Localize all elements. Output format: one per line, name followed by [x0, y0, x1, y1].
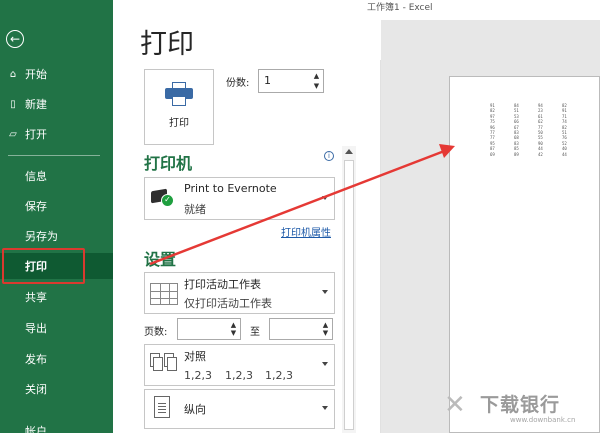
orientation-dropdown[interactable]: 纵向 [144, 389, 335, 429]
chevron-down-icon [322, 406, 328, 410]
nav-new[interactable]: ▯ 新建 [0, 91, 113, 117]
watermark-text: 下载银行 [480, 394, 561, 416]
printer-heading: 打印机 [144, 154, 193, 173]
copies-value: 1 [264, 74, 271, 87]
collate-dropdown[interactable]: 对照 1,2,3 1,2,3 1,2,3 [144, 344, 335, 386]
chevron-down-icon [322, 362, 328, 366]
pages-to-label: 至 [250, 327, 260, 338]
nav-home[interactable]: ⌂ 开始 [0, 61, 113, 87]
scroll-up-icon[interactable] [345, 149, 353, 154]
printer-name: Print to Evernote [184, 182, 277, 195]
window-title: 工作簿1 - Excel [367, 3, 433, 13]
copies-label: 份数: [226, 78, 250, 89]
preview-cell: 42 [538, 151, 543, 157]
orientation-value: 纵向 [184, 403, 206, 416]
nav-export[interactable]: 导出 [0, 315, 113, 341]
nav-account-label: 帐户 [25, 425, 47, 433]
print-button[interactable]: 打印 [144, 69, 214, 145]
copies-input[interactable]: 1 ▲ ▼ [258, 69, 324, 93]
nav-close[interactable]: 关闭 [0, 376, 113, 402]
info-icon[interactable]: i [324, 151, 334, 161]
nav-print[interactable]: 打印 [0, 253, 113, 279]
chevron-down-icon [322, 290, 328, 294]
printer-dropdown[interactable]: ✓ Print to Evernote 就绪 [144, 177, 335, 220]
portrait-page-icon [154, 396, 170, 418]
nav-export-label: 导出 [25, 322, 47, 335]
nav-close-label: 关闭 [25, 383, 47, 396]
nav-save-label: 保存 [25, 200, 47, 213]
collate-sub-2: 1,2,3 [225, 369, 253, 382]
downbank-logo-icon: ✕ [444, 390, 466, 420]
nav-divider [8, 155, 100, 156]
nav-print-label: 打印 [25, 260, 47, 273]
preview-row: 69 89 42 44 [490, 152, 586, 157]
nav-share[interactable]: 共享 [0, 284, 113, 310]
printer-properties-link[interactable]: 打印机属性 [281, 224, 331, 239]
page-title: 打印 [140, 29, 194, 60]
scope-sub: 仅打印活动工作表 [184, 297, 272, 310]
print-button-label: 打印 [169, 118, 189, 129]
preview-table: 91 84 94 82 82 51 23 91 97 53 61 71 75 66 62 74 96 67 77 82… [490, 103, 586, 157]
nav-info[interactable]: 信息 [0, 163, 113, 189]
new-file-icon: ▯ [10, 98, 16, 110]
evernote-printer-icon: ✓ [151, 188, 174, 207]
printer-status: 就绪 [184, 203, 206, 216]
settings-heading: 设置 [144, 250, 177, 269]
collate-sub-3: 1,2,3 [265, 369, 293, 382]
backstage-sidebar: ← ⌂ 开始 ▯ 新建 ▱ 打开 信息 保存 另存为 打印 共享 导出 发布 关… [0, 0, 113, 433]
preview-page: 91 84 94 82 82 51 23 91 97 53 61 71 75 66 62 74 96 67 77 82… [449, 76, 600, 433]
nav-info-label: 信息 [25, 170, 47, 183]
spin-down-icon[interactable]: ▼ [229, 328, 238, 338]
collate-sub-1: 1,2,3 [184, 369, 212, 382]
nav-open-label: 打开 [25, 128, 47, 141]
nav-publish-label: 发布 [25, 353, 47, 366]
home-icon: ⌂ [9, 68, 17, 80]
nav-save-as-label: 另存为 [25, 230, 58, 243]
back-arrow-icon[interactable]: ← [6, 30, 24, 48]
pages-label: 页数: [144, 327, 168, 338]
nav-open[interactable]: ▱ 打开 [0, 121, 113, 147]
watermark-url: www.downbank.cn [510, 416, 576, 424]
chevron-down-icon [322, 195, 328, 200]
nav-new-label: 新建 [25, 98, 47, 111]
print-scope-dropdown[interactable]: 打印活动工作表 仅打印活动工作表 [144, 272, 335, 314]
preview-cell: 69 [490, 151, 495, 157]
nav-publish[interactable]: 发布 [0, 346, 113, 372]
pages-to-input[interactable]: ▲ ▼ [269, 318, 333, 340]
spin-up-icon[interactable]: ▲ [312, 71, 321, 81]
collate-icon [150, 353, 178, 377]
nav-save[interactable]: 保存 [0, 193, 113, 219]
printer-icon [165, 82, 193, 106]
scope-main: 打印活动工作表 [184, 278, 261, 291]
spin-down-icon[interactable]: ▼ [312, 81, 321, 91]
pages-from-input[interactable]: ▲ ▼ [177, 318, 241, 340]
watermark: ✕ 下载银行 www.downbank.cn [444, 386, 600, 433]
worksheet-grid-icon [150, 283, 178, 305]
scrollbar-thumb[interactable] [344, 160, 354, 430]
preview-cell: 44 [562, 151, 567, 157]
nav-home-label: 开始 [25, 68, 47, 81]
folder-open-icon: ▱ [9, 128, 17, 140]
preview-cell: 89 [514, 151, 519, 157]
nav-account[interactable]: 帐户 [0, 418, 113, 433]
nav-save-as[interactable]: 另存为 [0, 223, 113, 249]
nav-share-label: 共享 [25, 291, 47, 304]
spin-down-icon[interactable]: ▼ [321, 328, 330, 338]
settings-scrollbar[interactable] [342, 146, 356, 433]
collate-main: 对照 [184, 350, 206, 363]
